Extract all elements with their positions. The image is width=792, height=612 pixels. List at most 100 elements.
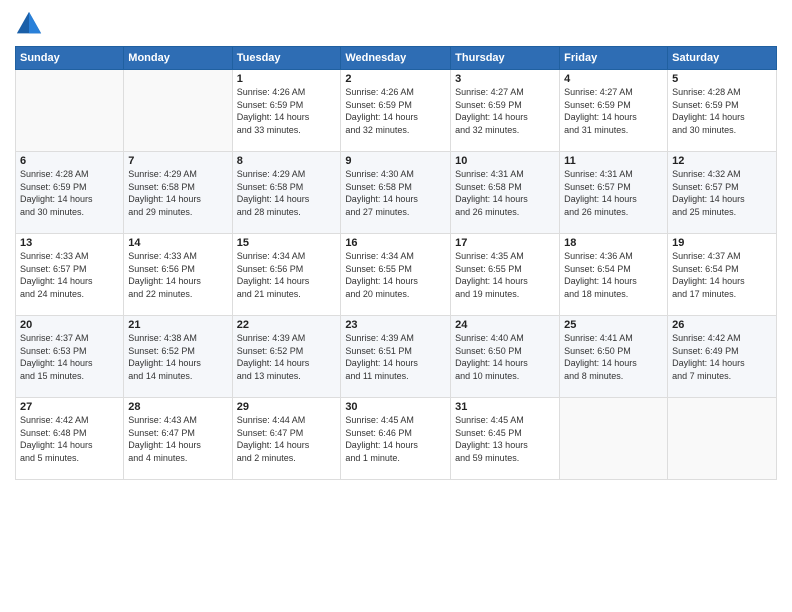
day-number: 27 bbox=[20, 401, 119, 413]
day-cell: 31Sunrise: 4:45 AM Sunset: 6:45 PM Dayli… bbox=[451, 398, 560, 480]
day-info: Sunrise: 4:42 AM Sunset: 6:48 PM Dayligh… bbox=[20, 414, 119, 464]
day-cell: 10Sunrise: 4:31 AM Sunset: 6:58 PM Dayli… bbox=[451, 152, 560, 234]
week-row-3: 13Sunrise: 4:33 AM Sunset: 6:57 PM Dayli… bbox=[16, 234, 777, 316]
day-cell: 20Sunrise: 4:37 AM Sunset: 6:53 PM Dayli… bbox=[16, 316, 124, 398]
day-number: 31 bbox=[455, 401, 555, 413]
day-cell: 15Sunrise: 4:34 AM Sunset: 6:56 PM Dayli… bbox=[232, 234, 341, 316]
day-cell: 11Sunrise: 4:31 AM Sunset: 6:57 PM Dayli… bbox=[560, 152, 668, 234]
day-number: 5 bbox=[672, 73, 772, 85]
day-number: 16 bbox=[345, 237, 446, 249]
day-cell bbox=[668, 398, 777, 480]
day-number: 10 bbox=[455, 155, 555, 167]
logo-icon bbox=[15, 10, 43, 38]
day-cell: 16Sunrise: 4:34 AM Sunset: 6:55 PM Dayli… bbox=[341, 234, 451, 316]
day-number: 3 bbox=[455, 73, 555, 85]
day-cell: 3Sunrise: 4:27 AM Sunset: 6:59 PM Daylig… bbox=[451, 70, 560, 152]
weekday-header-friday: Friday bbox=[560, 47, 668, 70]
day-number: 25 bbox=[564, 319, 663, 331]
weekday-header-monday: Monday bbox=[124, 47, 232, 70]
day-cell: 6Sunrise: 4:28 AM Sunset: 6:59 PM Daylig… bbox=[16, 152, 124, 234]
day-cell bbox=[124, 70, 232, 152]
day-number: 12 bbox=[672, 155, 772, 167]
day-info: Sunrise: 4:26 AM Sunset: 6:59 PM Dayligh… bbox=[237, 86, 337, 136]
day-cell: 21Sunrise: 4:38 AM Sunset: 6:52 PM Dayli… bbox=[124, 316, 232, 398]
day-info: Sunrise: 4:34 AM Sunset: 6:55 PM Dayligh… bbox=[345, 250, 446, 300]
day-cell: 12Sunrise: 4:32 AM Sunset: 6:57 PM Dayli… bbox=[668, 152, 777, 234]
day-number: 8 bbox=[237, 155, 337, 167]
day-info: Sunrise: 4:36 AM Sunset: 6:54 PM Dayligh… bbox=[564, 250, 663, 300]
day-cell: 28Sunrise: 4:43 AM Sunset: 6:47 PM Dayli… bbox=[124, 398, 232, 480]
day-info: Sunrise: 4:31 AM Sunset: 6:57 PM Dayligh… bbox=[564, 168, 663, 218]
day-info: Sunrise: 4:40 AM Sunset: 6:50 PM Dayligh… bbox=[455, 332, 555, 382]
day-info: Sunrise: 4:37 AM Sunset: 6:54 PM Dayligh… bbox=[672, 250, 772, 300]
day-cell: 5Sunrise: 4:28 AM Sunset: 6:59 PM Daylig… bbox=[668, 70, 777, 152]
day-cell: 23Sunrise: 4:39 AM Sunset: 6:51 PM Dayli… bbox=[341, 316, 451, 398]
day-cell bbox=[16, 70, 124, 152]
day-info: Sunrise: 4:32 AM Sunset: 6:57 PM Dayligh… bbox=[672, 168, 772, 218]
day-info: Sunrise: 4:39 AM Sunset: 6:52 PM Dayligh… bbox=[237, 332, 337, 382]
day-info: Sunrise: 4:27 AM Sunset: 6:59 PM Dayligh… bbox=[564, 86, 663, 136]
day-cell: 30Sunrise: 4:45 AM Sunset: 6:46 PM Dayli… bbox=[341, 398, 451, 480]
day-number: 6 bbox=[20, 155, 119, 167]
day-info: Sunrise: 4:31 AM Sunset: 6:58 PM Dayligh… bbox=[455, 168, 555, 218]
calendar-table: SundayMondayTuesdayWednesdayThursdayFrid… bbox=[15, 46, 777, 480]
day-number: 20 bbox=[20, 319, 119, 331]
day-info: Sunrise: 4:43 AM Sunset: 6:47 PM Dayligh… bbox=[128, 414, 227, 464]
day-number: 9 bbox=[345, 155, 446, 167]
day-number: 4 bbox=[564, 73, 663, 85]
week-row-5: 27Sunrise: 4:42 AM Sunset: 6:48 PM Dayli… bbox=[16, 398, 777, 480]
weekday-header-sunday: Sunday bbox=[16, 47, 124, 70]
day-cell: 22Sunrise: 4:39 AM Sunset: 6:52 PM Dayli… bbox=[232, 316, 341, 398]
day-info: Sunrise: 4:28 AM Sunset: 6:59 PM Dayligh… bbox=[20, 168, 119, 218]
day-info: Sunrise: 4:28 AM Sunset: 6:59 PM Dayligh… bbox=[672, 86, 772, 136]
day-cell bbox=[560, 398, 668, 480]
day-cell: 14Sunrise: 4:33 AM Sunset: 6:56 PM Dayli… bbox=[124, 234, 232, 316]
day-info: Sunrise: 4:41 AM Sunset: 6:50 PM Dayligh… bbox=[564, 332, 663, 382]
day-info: Sunrise: 4:30 AM Sunset: 6:58 PM Dayligh… bbox=[345, 168, 446, 218]
weekday-header-wednesday: Wednesday bbox=[341, 47, 451, 70]
weekday-header-saturday: Saturday bbox=[668, 47, 777, 70]
header bbox=[15, 10, 777, 38]
day-cell: 25Sunrise: 4:41 AM Sunset: 6:50 PM Dayli… bbox=[560, 316, 668, 398]
day-info: Sunrise: 4:42 AM Sunset: 6:49 PM Dayligh… bbox=[672, 332, 772, 382]
day-info: Sunrise: 4:26 AM Sunset: 6:59 PM Dayligh… bbox=[345, 86, 446, 136]
day-cell: 24Sunrise: 4:40 AM Sunset: 6:50 PM Dayli… bbox=[451, 316, 560, 398]
day-number: 29 bbox=[237, 401, 337, 413]
day-number: 17 bbox=[455, 237, 555, 249]
day-number: 19 bbox=[672, 237, 772, 249]
day-number: 7 bbox=[128, 155, 227, 167]
week-row-2: 6Sunrise: 4:28 AM Sunset: 6:59 PM Daylig… bbox=[16, 152, 777, 234]
day-number: 28 bbox=[128, 401, 227, 413]
day-cell: 13Sunrise: 4:33 AM Sunset: 6:57 PM Dayli… bbox=[16, 234, 124, 316]
day-info: Sunrise: 4:45 AM Sunset: 6:45 PM Dayligh… bbox=[455, 414, 555, 464]
day-number: 11 bbox=[564, 155, 663, 167]
day-info: Sunrise: 4:45 AM Sunset: 6:46 PM Dayligh… bbox=[345, 414, 446, 464]
day-number: 15 bbox=[237, 237, 337, 249]
weekday-header-row: SundayMondayTuesdayWednesdayThursdayFrid… bbox=[16, 47, 777, 70]
logo bbox=[15, 10, 47, 38]
weekday-header-thursday: Thursday bbox=[451, 47, 560, 70]
day-info: Sunrise: 4:33 AM Sunset: 6:57 PM Dayligh… bbox=[20, 250, 119, 300]
day-info: Sunrise: 4:37 AM Sunset: 6:53 PM Dayligh… bbox=[20, 332, 119, 382]
day-cell: 26Sunrise: 4:42 AM Sunset: 6:49 PM Dayli… bbox=[668, 316, 777, 398]
day-number: 22 bbox=[237, 319, 337, 331]
day-info: Sunrise: 4:27 AM Sunset: 6:59 PM Dayligh… bbox=[455, 86, 555, 136]
week-row-4: 20Sunrise: 4:37 AM Sunset: 6:53 PM Dayli… bbox=[16, 316, 777, 398]
day-cell: 18Sunrise: 4:36 AM Sunset: 6:54 PM Dayli… bbox=[560, 234, 668, 316]
day-number: 21 bbox=[128, 319, 227, 331]
day-number: 18 bbox=[564, 237, 663, 249]
day-info: Sunrise: 4:38 AM Sunset: 6:52 PM Dayligh… bbox=[128, 332, 227, 382]
day-number: 24 bbox=[455, 319, 555, 331]
week-row-1: 1Sunrise: 4:26 AM Sunset: 6:59 PM Daylig… bbox=[16, 70, 777, 152]
day-cell: 17Sunrise: 4:35 AM Sunset: 6:55 PM Dayli… bbox=[451, 234, 560, 316]
day-cell: 19Sunrise: 4:37 AM Sunset: 6:54 PM Dayli… bbox=[668, 234, 777, 316]
day-number: 2 bbox=[345, 73, 446, 85]
day-cell: 9Sunrise: 4:30 AM Sunset: 6:58 PM Daylig… bbox=[341, 152, 451, 234]
day-cell: 27Sunrise: 4:42 AM Sunset: 6:48 PM Dayli… bbox=[16, 398, 124, 480]
day-info: Sunrise: 4:29 AM Sunset: 6:58 PM Dayligh… bbox=[237, 168, 337, 218]
day-cell: 29Sunrise: 4:44 AM Sunset: 6:47 PM Dayli… bbox=[232, 398, 341, 480]
day-info: Sunrise: 4:39 AM Sunset: 6:51 PM Dayligh… bbox=[345, 332, 446, 382]
day-info: Sunrise: 4:33 AM Sunset: 6:56 PM Dayligh… bbox=[128, 250, 227, 300]
weekday-header-tuesday: Tuesday bbox=[232, 47, 341, 70]
day-info: Sunrise: 4:44 AM Sunset: 6:47 PM Dayligh… bbox=[237, 414, 337, 464]
